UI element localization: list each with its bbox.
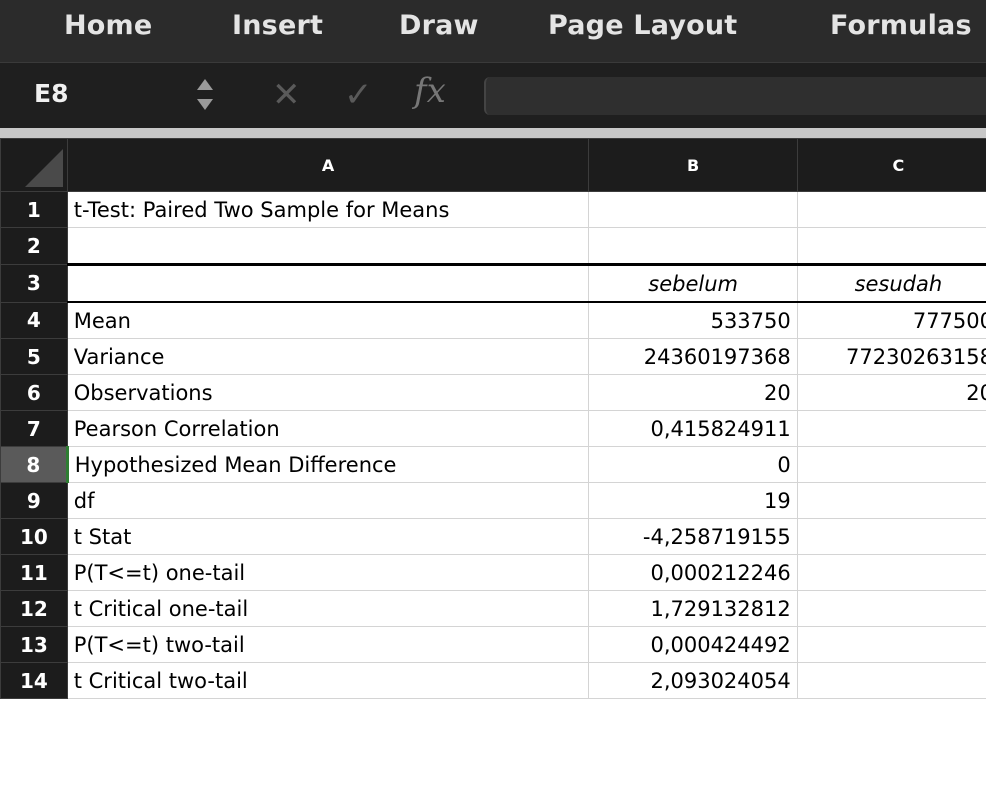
cell-b[interactable]: 1,729132812	[588, 590, 798, 627]
table-row: 13 P(T<=t) two-tail 0,000424492	[0, 626, 986, 663]
cell-a[interactable]: t Stat	[66, 518, 590, 555]
table-row: 3 sebelum sesudah	[0, 263, 986, 303]
cell-b[interactable]: 0	[588, 446, 798, 483]
cell-c[interactable]	[796, 227, 986, 265]
row-header[interactable]: 4	[0, 301, 68, 339]
chevron-down-icon	[197, 99, 213, 110]
close-icon[interactable]: ✕	[272, 75, 301, 115]
table-row: 2	[0, 227, 986, 265]
table-row: 5 Variance 24360197368 77230263158	[0, 338, 986, 375]
table-row: 4 Mean 533750 777500	[0, 301, 986, 339]
column-header-b[interactable]: B	[588, 138, 798, 192]
cell-c[interactable]: sesudah	[796, 263, 986, 303]
cell-c[interactable]	[796, 590, 986, 627]
cell-b[interactable]	[588, 227, 798, 265]
cell-b[interactable]	[588, 191, 798, 228]
row-header[interactable]: 8	[0, 446, 68, 483]
select-all-corner[interactable]	[0, 138, 68, 192]
chevron-up-icon	[197, 79, 213, 90]
row-header[interactable]: 13	[0, 626, 68, 663]
cell-a[interactable]: Mean	[66, 301, 590, 339]
formula-bar-divider	[0, 128, 986, 138]
tab-page-layout[interactable]: Page Layout	[548, 10, 737, 41]
formula-bar: E8 ✕ ✓ fx	[0, 62, 986, 129]
select-all-icon	[24, 149, 63, 187]
cell-a[interactable]: P(T<=t) two-tail	[66, 626, 590, 663]
cell-a[interactable]: t-Test: Paired Two Sample for Means	[66, 191, 590, 228]
cell-a[interactable]: P(T<=t) one-tail	[66, 554, 590, 591]
cell-b[interactable]: 24360197368	[588, 338, 798, 375]
cell-c[interactable]	[796, 662, 986, 699]
tab-draw[interactable]: Draw	[399, 10, 479, 41]
tab-insert[interactable]: Insert	[232, 10, 323, 41]
cell-c[interactable]	[796, 410, 986, 447]
cell-a[interactable]: Hypothesized Mean Difference	[65, 446, 590, 483]
cell-a[interactable]: t Critical two-tail	[66, 662, 590, 699]
row-header[interactable]: 5	[0, 338, 68, 375]
name-box-stepper[interactable]	[197, 71, 219, 121]
cell-a[interactable]	[66, 263, 590, 303]
table-row: 1 t-Test: Paired Two Sample for Means	[0, 191, 986, 228]
row-header[interactable]: 11	[0, 554, 68, 591]
cell-b[interactable]: 0,000424492	[588, 626, 798, 663]
cell-c[interactable]	[796, 482, 986, 519]
row-header[interactable]: 14	[0, 662, 68, 699]
cell-c[interactable]	[796, 191, 986, 228]
row-header[interactable]: 9	[0, 482, 68, 519]
cell-b[interactable]: -4,258719155	[588, 518, 798, 555]
function-icon[interactable]: fx	[414, 71, 446, 111]
table-row: 11 P(T<=t) one-tail 0,000212246	[0, 554, 986, 591]
row-header[interactable]: 2	[0, 227, 68, 265]
cell-a[interactable]	[66, 227, 590, 265]
column-header-a[interactable]: A	[66, 138, 590, 192]
tab-home[interactable]: Home	[64, 10, 152, 41]
cell-a[interactable]: Observations	[66, 374, 590, 411]
table-row: 6Observations2020	[0, 374, 986, 411]
cell-a[interactable]: t Critical one-tail	[66, 590, 590, 627]
row-header[interactable]: 12	[0, 590, 68, 627]
spreadsheet-grid: A B C 1 t-Test: Paired Two Sample for Mea…	[0, 138, 986, 699]
cell-b[interactable]: 533750	[588, 301, 798, 339]
cell-b[interactable]: 19	[588, 482, 798, 519]
cell-c[interactable]	[796, 518, 986, 555]
column-header-c[interactable]: C	[796, 138, 986, 192]
cell-c[interactable]: 777500	[796, 301, 986, 339]
row-header[interactable]: 3	[0, 264, 68, 303]
cell-b[interactable]: sebelum	[588, 263, 798, 303]
row-header[interactable]: 1	[0, 191, 68, 228]
table-row: 12 t Critical one-tail 1,729132812	[0, 590, 986, 627]
cell-b[interactable]: 20	[588, 374, 798, 411]
cell-a[interactable]: Variance	[66, 338, 590, 375]
cell-b[interactable]: 2,093024054	[588, 662, 798, 699]
cell-c[interactable]	[796, 446, 986, 483]
check-icon[interactable]: ✓	[344, 75, 373, 115]
cell-c[interactable]: 77230263158	[796, 338, 986, 375]
ribbon-tab-bar: Home Insert Draw Page Layout Formulas	[0, 0, 986, 62]
table-row: 14 t Critical two-tail 2,093024054	[0, 662, 986, 699]
cell-b[interactable]: 0,415824911	[588, 410, 798, 447]
table-row: 8 Hypothesized Mean Difference 0	[0, 446, 986, 483]
row-header[interactable]: 10	[0, 518, 68, 555]
row-header[interactable]: 7	[0, 410, 68, 447]
cell-c[interactable]	[796, 554, 986, 591]
table-row: 9 df 19	[0, 482, 986, 519]
cell-c[interactable]	[796, 626, 986, 663]
table-row: 10 t Stat -4,258719155	[0, 518, 986, 555]
table-row: 7 Pearson Correlation 0,415824911	[0, 410, 986, 447]
cell-c[interactable]: 20	[796, 374, 986, 411]
formula-input[interactable]	[484, 77, 986, 115]
cell-b[interactable]: 0,000212246	[588, 554, 798, 591]
cell-a[interactable]: df	[66, 482, 590, 519]
cell-a[interactable]: Pearson Correlation	[66, 410, 590, 447]
name-box[interactable]: E8	[34, 79, 68, 108]
tab-formulas[interactable]: Formulas	[830, 10, 972, 41]
row-header[interactable]: 6	[0, 374, 68, 411]
